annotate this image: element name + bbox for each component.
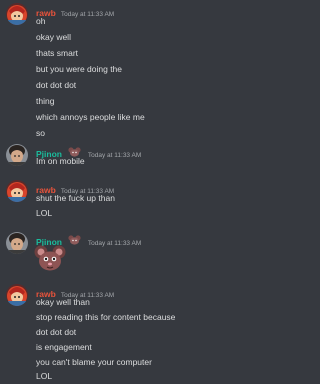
timestamp: Today at 11:33 AM [87,152,142,159]
timestamp: Today at 11:33 AM [87,240,142,247]
message-group: Pjinon Today at 11:33 AM [0,232,312,274]
avatar-pjinon[interactable] [6,144,28,166]
avatar-rawb[interactable] [6,180,28,202]
message-group: Pjinon Today at 11:33 AM Im on mobile [0,144,312,172]
message-line: Im on mobile [36,156,85,166]
mouse-sticker-icon[interactable] [34,244,66,272]
message-line: is engagement [36,342,92,352]
avatar-rawb-image [6,180,28,202]
message-line: LOL [36,208,53,218]
message-line: thing [36,96,55,106]
message-group: rawb Today at 11:33 AM okay well than sto… [0,284,312,384]
message-line: thats smart [36,48,79,58]
message-line: so [36,128,45,138]
timestamp: Today at 11:33 AM [60,11,115,18]
avatar-pjinon-image [6,232,28,254]
message-line: okay well [36,32,71,42]
message-header: rawb Today at 11:33 AM [36,3,115,18]
message-line: but you were doing the [36,64,123,74]
avatar-rawb-image [6,284,28,306]
avatar-rawb[interactable] [6,284,28,306]
message-group: rawb Today at 11:33 AM shut the fuck up t… [0,180,312,220]
mouse-badge-icon [68,235,82,245]
avatar-rawb-image [6,3,28,25]
message-line: LOL [36,371,53,381]
message-line: which annoys people like me [36,112,145,122]
message-line: stop reading this for content because [36,312,176,322]
avatar-rawb[interactable] [6,3,28,25]
avatar-pjinon-image [6,144,28,166]
message-line: you can't blame your computer [36,357,152,367]
message-line: dot dot dot [36,80,77,90]
message-header: Pjinon Today at 11:33 AM [36,232,142,247]
message-line: oh [36,16,46,26]
message-line: shut the fuck up than [36,193,115,203]
message-line: dot dot dot [36,327,77,337]
avatar-pjinon[interactable] [6,232,28,254]
message-line: okay well than [36,297,90,307]
message-group: rawb Today at 11:33 AM oh okay well thats… [0,3,312,138]
